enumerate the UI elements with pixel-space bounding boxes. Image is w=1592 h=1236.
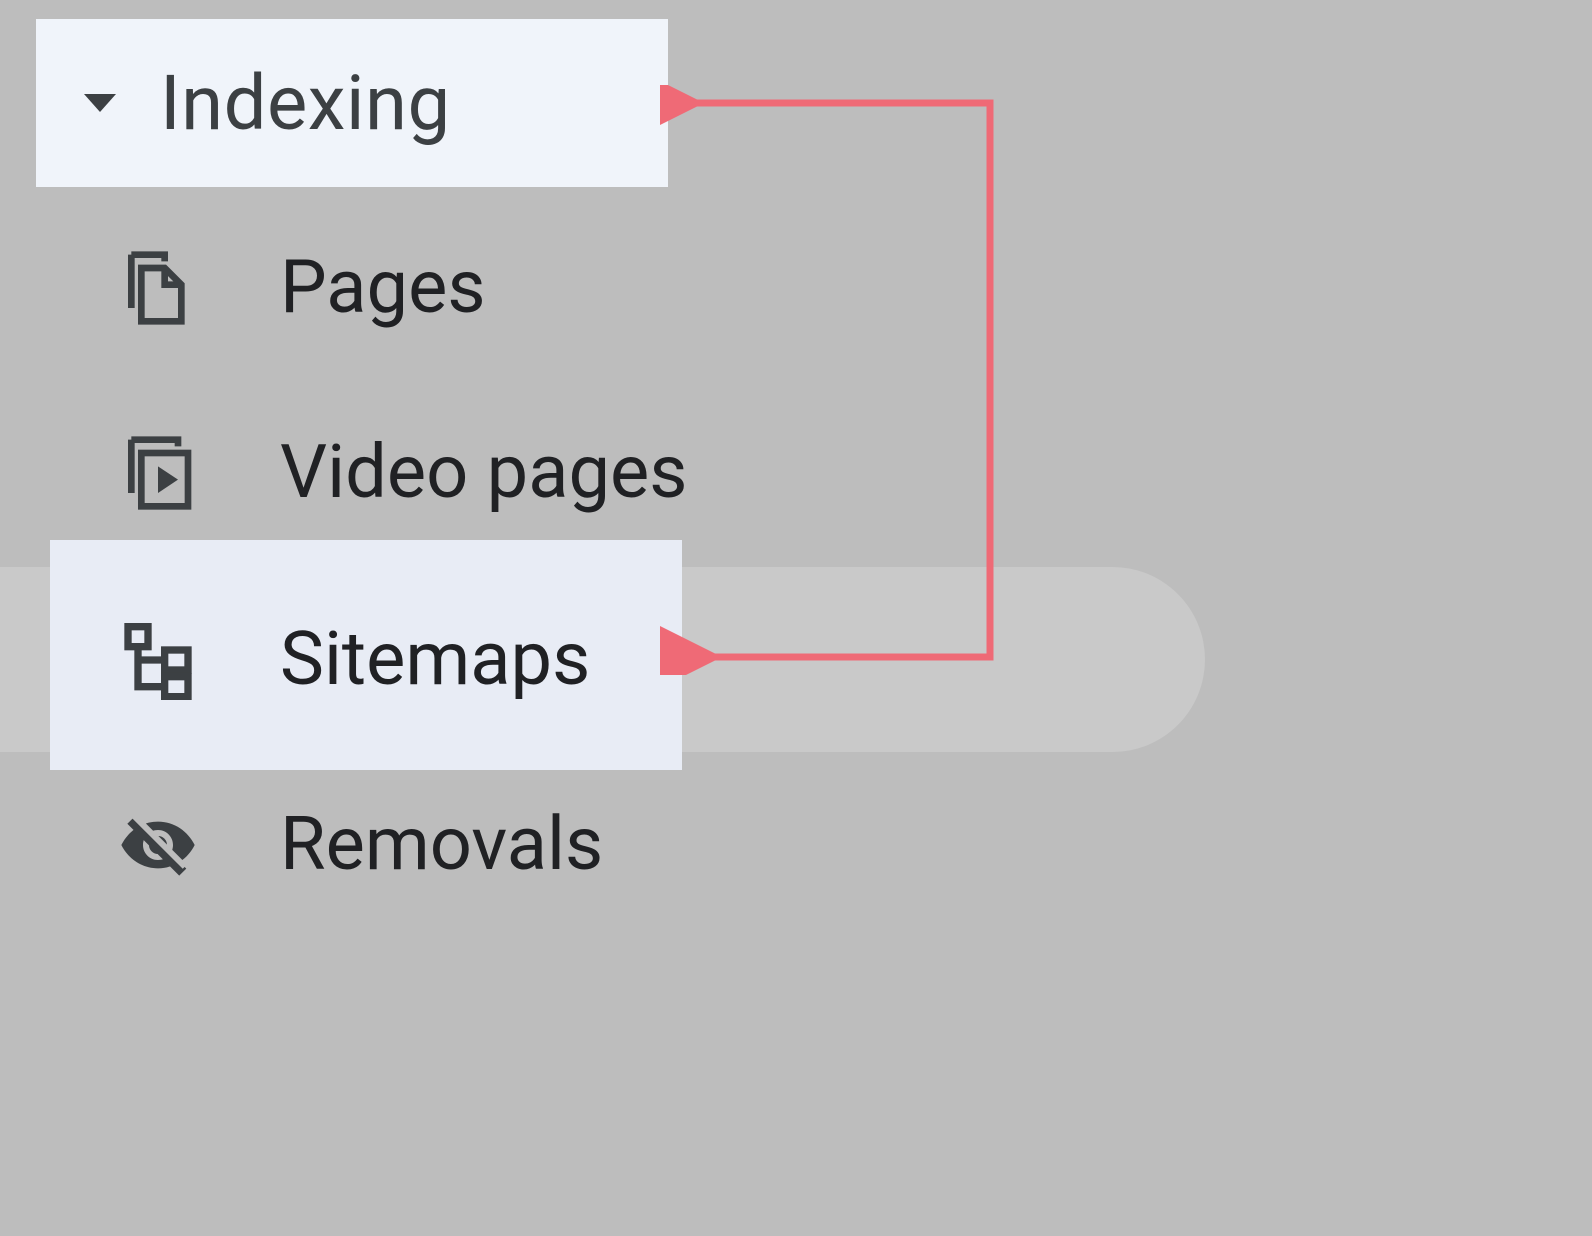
sidebar-item-label: Sitemaps (280, 616, 590, 703)
chevron-down-icon (84, 94, 116, 112)
section-title: Indexing (160, 58, 451, 148)
sidebar-item-label: Pages (280, 244, 486, 331)
sidebar: Indexing Pages Video pages (0, 0, 1592, 1236)
sidebar-item-label: Removals (280, 801, 603, 888)
sidebar-item-label: Video pages (280, 429, 687, 516)
sitemaps-icon (118, 620, 198, 700)
video-pages-icon (118, 433, 198, 513)
pages-icon (118, 248, 198, 328)
sidebar-item-pages[interactable]: Pages (0, 195, 1592, 380)
removals-icon (118, 805, 198, 885)
sidebar-item-removals[interactable]: Removals (0, 752, 1592, 937)
sidebar-item-sitemaps[interactable]: Sitemaps (0, 567, 1205, 752)
sidebar-item-video-pages[interactable]: Video pages (0, 380, 1592, 565)
section-header-indexing[interactable]: Indexing (36, 19, 668, 187)
